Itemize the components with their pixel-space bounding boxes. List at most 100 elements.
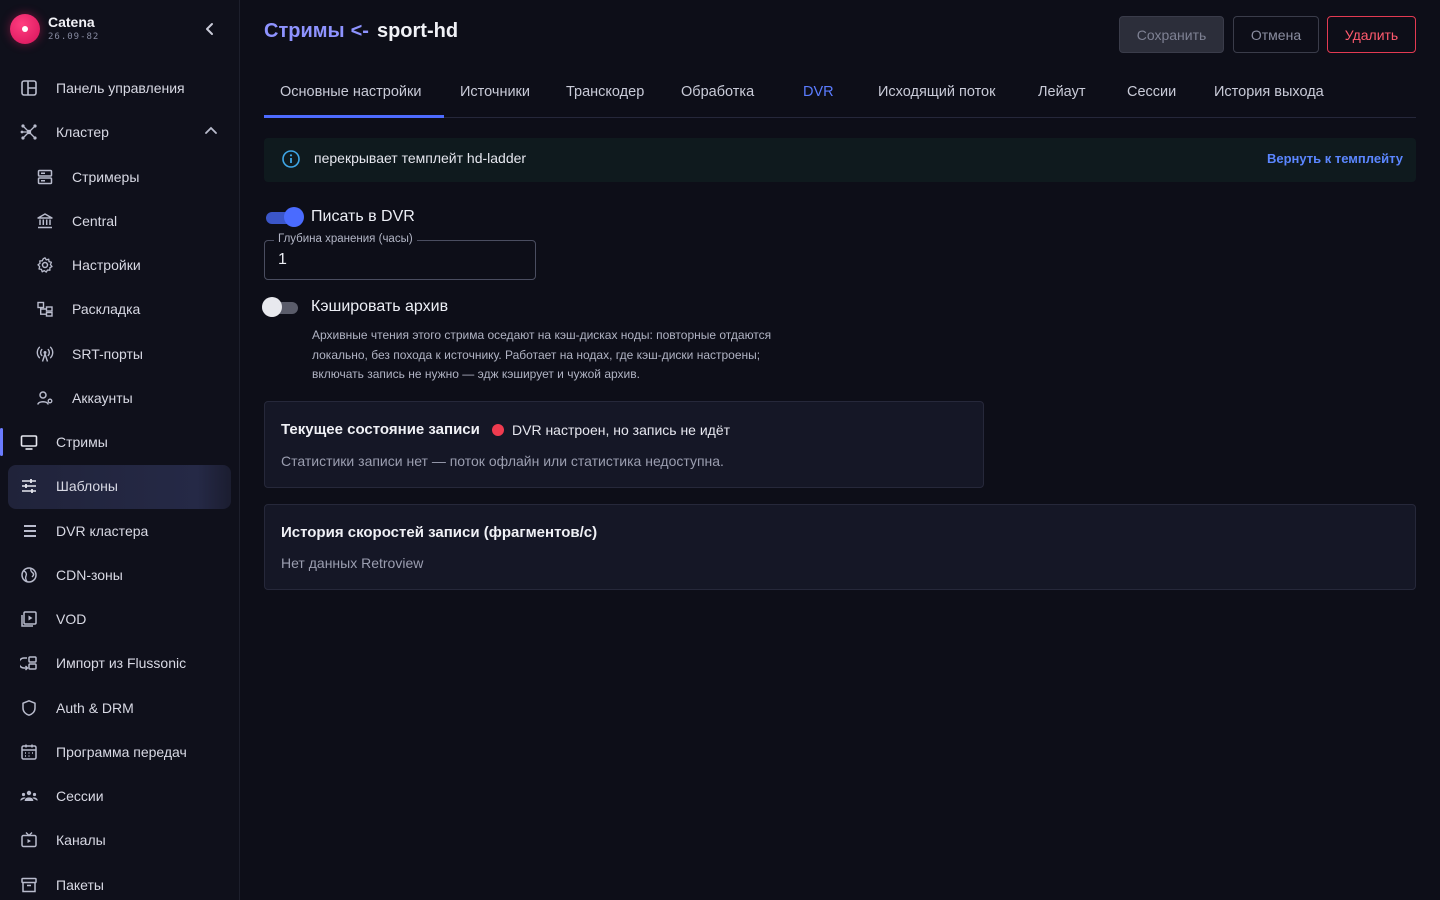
delete-button[interactable]: Удалить [1327, 16, 1416, 53]
storage-icon [22, 525, 36, 537]
breadcrumb-streams[interactable]: Стримы [264, 20, 345, 42]
sidebar-item-srt-ports[interactable]: SRT-порты [8, 333, 231, 375]
help-line: Архивные чтения этого стрима оседают на … [312, 328, 772, 342]
tab-transcoder[interactable]: Транскодер [566, 84, 644, 100]
tab-processing[interactable]: Обработка [681, 84, 754, 100]
active-tab-indicator [264, 115, 444, 118]
sidebar-item-streams[interactable]: Стримы [8, 421, 231, 463]
recording-status-detail: Статистики записи нет — поток офлайн или… [281, 453, 724, 469]
sidebar-item-channels[interactable]: Каналы [8, 819, 231, 861]
globe-icon [21, 567, 37, 583]
antenna-icon [36, 346, 54, 362]
speed-history-title: История скоростей записи (фрагментов/с) [281, 524, 598, 541]
help-line: включать запись не нужно — эдж кэширует … [312, 367, 640, 381]
sidebar-item-label: Стримеры [72, 169, 140, 185]
sidebar-item-accounts[interactable]: Аккаунты [8, 377, 231, 419]
sidebar-item-label: Импорт из Flussonic [56, 655, 187, 671]
sidebar-item-label: Central [72, 213, 118, 229]
main-content: Стримы <- sport-hd Сохранить Отмена Удалит… [240, 0, 1440, 900]
recording-status-text: DVR настроен, но запись не идёт [512, 422, 731, 438]
sidebar-item-auth-drm[interactable]: Auth & DRM [8, 687, 231, 729]
import-icon [20, 656, 37, 671]
brand-name: Catena [48, 14, 95, 30]
sidebar-item-label: SRT-порты [72, 346, 143, 362]
page-title: Стримы <- sport-hd [264, 20, 458, 43]
sidebar-item-label: Раскладка [72, 301, 141, 317]
cache-archive-label: Кэшировать архив [311, 298, 449, 315]
sidebar-item-settings[interactable]: Настройки [8, 244, 231, 286]
speed-history-empty: Нет данных Retroview [281, 555, 424, 571]
sliders-icon [22, 479, 36, 493]
sidebar: Catena 26.09-82 Панель управления Класте… [0, 0, 240, 900]
accounts-icon [37, 391, 53, 405]
collapse-sidebar-button[interactable] [200, 17, 220, 41]
brand: Catena 26.09-82 [10, 12, 230, 46]
sidebar-item-packages[interactable]: Пакеты [8, 864, 231, 900]
sidebar-item-label: Программа передач [56, 744, 187, 760]
sidebar-item-label: CDN-зоны [56, 567, 123, 583]
cache-archive-help: Архивные чтения этого стрима оседают на … [312, 326, 832, 385]
retention-depth-input[interactable] [278, 250, 518, 270]
sidebar-item-import-flussonic[interactable]: Импорт из Flussonic [8, 642, 231, 684]
monitor-icon [20, 435, 38, 450]
gear-icon [37, 257, 53, 273]
sidebar-item-cluster-dvr[interactable]: DVR кластера [8, 510, 231, 552]
sidebar-item-label: Аккаунты [72, 390, 133, 406]
retention-depth-field: Глубина хранения (часы) [264, 233, 536, 280]
sidebar-item-epg[interactable]: Программа передач [8, 731, 231, 773]
notice-text: перекрывает темплейт hd-ladder [314, 150, 527, 166]
sidebar-item-central[interactable]: Central [8, 200, 231, 242]
chevron-up-icon [205, 126, 217, 134]
active-indicator [0, 428, 3, 456]
sidebar-item-vod[interactable]: VOD [8, 598, 231, 640]
sidebar-item-label: DVR кластера [56, 523, 149, 539]
sidebar-item-label: Сессии [56, 788, 104, 804]
revert-to-template-link[interactable]: Вернуть к темплейту [1267, 151, 1403, 166]
write-dvr-toggle[interactable] [266, 207, 304, 227]
sidebar-item-label: Пакеты [56, 877, 104, 893]
bank-icon [37, 213, 53, 229]
recording-status-card: Текущее состояние записи DVR настроен, н… [264, 401, 984, 488]
sidebar-item-layout[interactable]: Раскладка [8, 288, 231, 330]
stream-name: sport-hd [376, 20, 459, 42]
breadcrumb-arrow: <- [350, 20, 369, 42]
sidebar-item-dashboard[interactable]: Панель управления [8, 67, 231, 109]
template-override-notice: перекрывает темплейт hd-ladder Вернуть к… [264, 138, 1416, 182]
tab-dvr[interactable]: DVR [803, 84, 834, 100]
sidebar-item-label: Auth & DRM [56, 700, 134, 716]
tab-sessions[interactable]: Сессии [1127, 84, 1176, 100]
tv-icon [21, 832, 37, 848]
help-line: локально, без похода к источнику. Работа… [312, 347, 761, 362]
cache-archive-toggle[interactable] [262, 297, 298, 317]
cluster-icon [20, 124, 37, 140]
video-icon [21, 611, 37, 627]
cancel-button[interactable]: Отмена [1233, 16, 1319, 53]
tab-output-history[interactable]: История выхода [1214, 84, 1324, 100]
sidebar-item-streamers[interactable]: Стримеры [8, 156, 231, 198]
sidebar-item-sessions[interactable]: Сессии [8, 775, 231, 817]
server-icon [37, 169, 53, 185]
layout-icon [37, 301, 53, 317]
toggle-knob [284, 207, 304, 227]
sidebar-item-cluster[interactable]: Кластер [8, 111, 231, 153]
tab-general[interactable]: Основные настройки [280, 84, 421, 100]
toggle-knob [262, 297, 282, 317]
status-dot-icon [492, 424, 504, 436]
sidebar-item-label: Каналы [56, 832, 106, 848]
sidebar-item-cdn-zones[interactable]: CDN-зоны [8, 554, 231, 596]
save-button[interactable]: Сохранить [1119, 16, 1224, 53]
shield-icon [22, 700, 36, 716]
brand-version: 26.09-82 [48, 32, 100, 42]
info-icon [282, 150, 300, 168]
calendar-icon [21, 744, 37, 760]
sidebar-item-templates[interactable]: Шаблоны [8, 465, 231, 509]
recording-status-title: Текущее состояние записи [281, 421, 480, 438]
dashboard-icon [21, 80, 37, 96]
sidebar-item-label: Стримы [56, 434, 108, 450]
sidebar-item-label: VOD [56, 611, 87, 627]
tab-sources[interactable]: Источники [460, 84, 530, 100]
tab-output[interactable]: Исходящий поток [878, 84, 995, 100]
tab-layout[interactable]: Лейаут [1038, 84, 1085, 100]
catena-logo-icon [10, 14, 40, 44]
sidebar-item-label: Панель управления [56, 80, 185, 96]
